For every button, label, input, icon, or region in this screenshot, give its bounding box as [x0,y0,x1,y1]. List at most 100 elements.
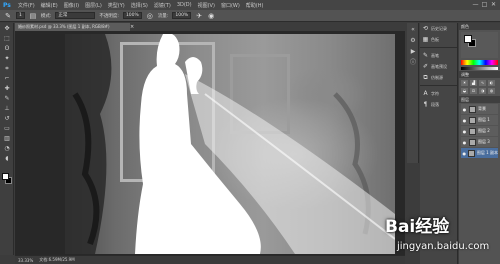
layer-thumbnail [469,105,476,113]
eraser-tool-icon[interactable]: ▭ [2,124,12,133]
flow-field[interactable]: 100% [172,12,192,19]
document-tab[interactable]: 婚纱照素材.psd @ 33.3% (图层 1 副本, RGB/8#) [15,23,130,31]
menu-file[interactable]: 文件(F) [18,2,35,9]
panel-swatches[interactable]: ▦ 色板 [420,34,457,45]
history-brush-icon[interactable]: ↺ [2,114,12,123]
menu-layer[interactable]: 图层(L) [85,2,102,9]
zoom-level[interactable]: 33.33% [18,258,33,263]
brightness-icon[interactable]: ☀ [461,80,468,86]
color-spectrum[interactable] [461,60,498,65]
stamp-tool-icon[interactable]: ⊥ [2,104,12,113]
close-tab-icon[interactable]: × [130,23,136,31]
menu-edit[interactable]: 编辑(E) [41,2,58,9]
levels-icon[interactable]: ▟ [470,80,477,86]
eye-icon[interactable]: ● [462,140,467,145]
dodge-tool-icon[interactable]: ◖ [2,154,12,163]
expand-panels-icon[interactable]: « [409,26,417,34]
layer-row[interactable]: ● 背景 [461,104,498,114]
layer-thumbnail [469,127,476,135]
menu-filter[interactable]: 滤镜(T) [154,2,171,9]
crop-tool-icon[interactable]: ⌗ [2,64,12,73]
brush-panel-icon[interactable]: ▤ [29,12,37,20]
layer-row-active[interactable]: ● 图层 1 副本 [461,148,498,158]
tool-presets-icon[interactable]: ⚙ [409,37,417,45]
flow-label: 流量: [157,13,169,19]
eyedropper-tool-icon[interactable]: ⌐ [2,74,12,83]
brush-size-field[interactable]: 1 [16,12,25,19]
tools-panel: ✥ ⬚ ʘ ✦ ⌗ ⌐ ✚ ✎ ⊥ ↺ ▭ ▥ ◔ ◖ [0,23,14,255]
app-logo: Ps [3,1,11,9]
pressure-size-icon[interactable]: ◉ [207,12,215,20]
actions-icon[interactable]: ▶ [409,48,417,56]
color-panel-header[interactable]: 颜色 [459,23,500,30]
airbrush-icon[interactable]: ✈ [195,12,203,20]
grayscale-ramp[interactable] [461,67,498,70]
panel-history[interactable]: ⟲ 历史记录 [420,23,457,34]
eye-icon[interactable]: ● [462,118,467,123]
layer-name: 图层 2 [478,128,490,133]
eye-icon[interactable]: ● [462,107,467,112]
swatches-icon: ▦ [422,36,429,43]
panel-character[interactable]: A 字符 [420,88,457,99]
eye-icon[interactable]: ● [462,151,466,156]
brush-preset-icon: ✐ [422,63,429,70]
panel-character-label: 字符 [431,90,439,96]
exposure-icon[interactable]: ◐ [488,80,495,86]
menu-bar: Ps 文件(F) 编辑(E) 图像(I) 图层(L) 类型(Y) 选择(S) 滤… [0,0,500,10]
doc-info: 文档:6.59M/25.9M [39,257,75,262]
menu-image[interactable]: 图像(I) [64,2,79,9]
baidu-jingyan-watermark: Bai经验 jingyan.baidu.com [385,212,489,262]
panel-paragraph-label: 段落 [431,101,439,107]
canvas-area[interactable] [15,31,405,255]
blur-tool-icon[interactable]: ◔ [2,144,12,153]
panel-clone-label: 仿制源 [431,74,443,80]
layer-name: 图层 3 [478,139,490,144]
panel-brush-presets[interactable]: ✐ 画笔预设 [420,61,457,72]
menu-window[interactable]: 窗口(W) [221,2,240,9]
panel-brush[interactable]: ✎ 画笔 [420,50,457,61]
hue-icon[interactable]: ◒ [461,88,468,94]
balance-icon[interactable]: ⚖ [470,88,477,94]
layer-thumbnail [469,116,476,124]
layer-row[interactable]: ● 图层 3 [461,137,498,147]
quick-select-tool-icon[interactable]: ✦ [2,54,12,63]
layer-row[interactable]: ● 图层 1 [461,115,498,125]
eye-icon[interactable]: ● [462,129,467,134]
bw-icon[interactable]: ◑ [479,88,486,94]
gradient-tool-icon[interactable]: ▥ [2,134,12,143]
foreground-color-swatch[interactable] [2,173,9,180]
mode-select[interactable]: 正常 [55,12,96,19]
healing-tool-icon[interactable]: ✚ [2,84,12,93]
maximize-button[interactable]: □ [481,1,488,8]
lasso-tool-icon[interactable]: ʘ [2,44,12,53]
panel-clone-source[interactable]: ⧉ 仿制源 [420,72,457,83]
opacity-label: 不透明度: [99,13,119,19]
options-bar: ✎ 1 ▤ 模式: 正常 不透明度: 100% ◎ 流量: 100% ✈ ◉ [0,10,500,22]
minimize-button[interactable]: — [472,1,479,8]
panel-icon-strip: « ⚙ ▶ ⓘ [407,23,419,163]
adjustment-icons: ☀ ▟ ∿ ◐ [461,80,498,86]
marquee-tool-icon[interactable]: ⬚ [2,34,12,43]
menu-help[interactable]: 帮助(H) [246,2,264,9]
opacity-field[interactable]: 100% [122,12,142,19]
fg-color-swatch[interactable] [464,35,472,43]
brush-tool-icon[interactable]: ✎ [2,94,12,103]
adjust-panel-header[interactable]: 调整 [459,71,500,78]
info-icon[interactable]: ⓘ [409,59,417,67]
menu-select[interactable]: 选择(S) [131,2,148,9]
brush-tool-icon[interactable]: ✎ [4,12,12,20]
layer-row[interactable]: ● 图层 2 [461,126,498,136]
menu-3d[interactable]: 3D(D) [177,2,192,8]
pressure-opacity-icon[interactable]: ◎ [146,12,154,20]
panel-paragraph[interactable]: ¶ 段落 [420,99,457,110]
menu-view[interactable]: 视图(V) [198,2,215,9]
move-tool-icon[interactable]: ✥ [2,24,12,33]
layer-name: 图层 1 副本 [476,150,498,155]
wedding-photo[interactable] [65,34,395,254]
close-window-button[interactable]: ✕ [490,1,497,8]
menu-type[interactable]: 类型(Y) [108,2,125,9]
curves-icon[interactable]: ∿ [479,80,486,86]
layers-panel-header[interactable]: 图层 [459,96,500,103]
brush-icon: ✎ [422,52,429,59]
photo-filter-icon[interactable]: ◍ [488,88,495,94]
